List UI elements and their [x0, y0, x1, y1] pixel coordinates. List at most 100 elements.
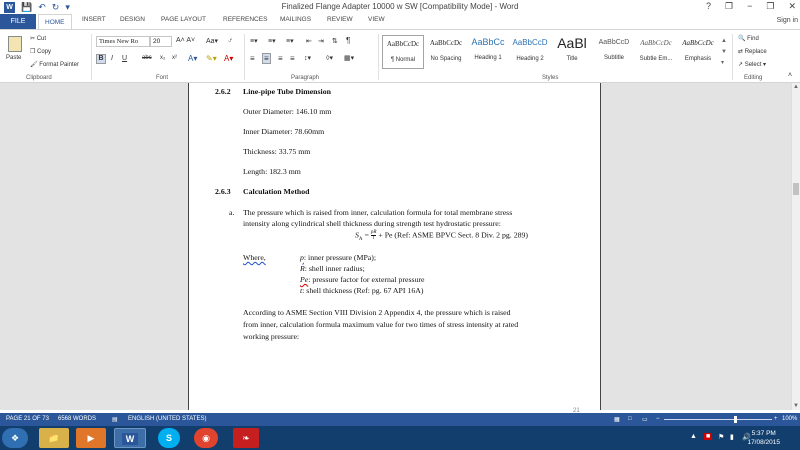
line-spacing-icon[interactable]: ↕▾ [304, 54, 311, 62]
document-page[interactable]: 2.6.2 Line-pipe Tube Dimension Outer Dia… [188, 83, 601, 410]
zoom-slider-track[interactable] [664, 419, 772, 420]
windows-taskbar: ❖ 📁 ▶ W S ◉ ❧ ▲ ■ ⚑ ▮ 🔊 5:37 PM 17/08/20… [0, 426, 800, 450]
increase-indent-icon[interactable]: ⇥ [318, 37, 324, 45]
strikethrough-button[interactable]: abc [142, 55, 152, 61]
align-center-icon[interactable]: ≡ [262, 53, 271, 64]
tab-review[interactable]: REVIEW [327, 16, 353, 23]
style-subtitle[interactable]: AaBbCcD Subtitle [593, 35, 635, 69]
tab-home[interactable]: HOME [38, 14, 72, 29]
flag-icon[interactable]: ⚑ [718, 433, 724, 441]
style-title[interactable]: AaBl Title [551, 35, 593, 69]
list-marker: a. [229, 208, 235, 217]
page-count[interactable]: PAGE 21 OF 73 [6, 416, 49, 422]
taskbar-clock[interactable]: 5:37 PM 17/08/2015 [747, 429, 780, 447]
italic-button[interactable]: I [111, 55, 113, 62]
font-size-select[interactable]: 20 [150, 36, 172, 47]
scroll-down-icon[interactable]: ▼ [793, 403, 799, 409]
style-heading-1[interactable]: AaBbCc Heading 1 [467, 35, 509, 69]
collapse-ribbon-icon[interactable]: ˄ [788, 72, 792, 79]
cut-button[interactable]: ✂ Cut [30, 35, 46, 42]
variable-definition: Pe: pressure factor for external pressur… [300, 275, 424, 284]
restore-icon[interactable]: ❐ [766, 1, 774, 12]
zoom-slider-thumb[interactable] [734, 416, 737, 423]
decrease-indent-icon[interactable]: ⇤ [306, 37, 312, 45]
superscript-button[interactable]: x² [172, 55, 177, 61]
read-mode-icon[interactable]: ▦ [614, 416, 620, 423]
multilevel-list-icon[interactable]: ≡▾ [286, 37, 294, 45]
style-normal[interactable]: AaBbCcDc ¶ Normal [382, 35, 424, 69]
align-right-icon[interactable]: ≡ [278, 54, 283, 63]
justify-icon[interactable]: ≡ [290, 54, 295, 63]
tab-design[interactable]: DESIGN [120, 16, 145, 23]
dropdown-icon: ▾ [761, 62, 767, 68]
tab-view[interactable]: VIEW [368, 16, 385, 23]
bullets-icon[interactable]: ≡▾ [250, 37, 258, 45]
tray-app-icon[interactable]: ■ [704, 433, 713, 440]
help-icon[interactable]: ? [706, 1, 711, 12]
zoom-out-icon[interactable]: − [656, 416, 660, 422]
select-button[interactable]: ↗ Select ▾ [738, 61, 766, 68]
zoom-in-icon[interactable]: + [774, 416, 778, 422]
font-color-icon[interactable]: A▾ [224, 54, 233, 63]
tab-page-layout[interactable]: PAGE LAYOUT [161, 16, 206, 23]
subscript-button[interactable]: x₂ [160, 55, 165, 61]
skype-icon[interactable]: S [158, 428, 180, 448]
scroll-up-icon[interactable]: ▲ [793, 84, 799, 90]
styles-scroll-icon[interactable]: ▲ ▼ ▾ [721, 36, 727, 69]
text-effects-icon[interactable]: A▾ [188, 54, 197, 63]
copy-icon: ❐ [30, 49, 38, 55]
align-left-icon[interactable]: ≡ [250, 54, 255, 63]
web-layout-icon[interactable]: ▭ [642, 416, 648, 423]
tab-insert[interactable]: INSERT [82, 16, 106, 23]
network-icon[interactable]: ▮ [730, 433, 734, 441]
vertical-scrollbar[interactable]: ▲ ▼ [791, 83, 800, 410]
print-layout-icon[interactable]: □ [628, 416, 632, 422]
file-explorer-icon[interactable]: 📁 [39, 428, 69, 448]
style-subtle-emphasis[interactable]: AaBbCcDc Subtle Em... [635, 35, 677, 69]
borders-icon[interactable]: ▦▾ [344, 54, 354, 62]
copy-button[interactable]: ❐ Copy [30, 48, 51, 55]
paste-icon[interactable] [8, 36, 22, 52]
highlight-icon[interactable]: ✎▾ [206, 54, 217, 63]
find-button[interactable]: 🔍 Find [738, 35, 759, 42]
language-indicator[interactable]: ENGLISH (UNITED STATES) [128, 416, 206, 422]
format-painter-button[interactable]: 🖌 Format Painter [30, 61, 79, 68]
replace-button[interactable]: ⇄ Replace [738, 48, 767, 55]
tab-file[interactable]: FILE [0, 14, 36, 29]
underline-button[interactable]: U [122, 55, 127, 62]
tray-expand-icon[interactable]: ▲ [690, 433, 697, 440]
paste-button[interactable]: Paste [6, 55, 21, 61]
find-label: Find [747, 36, 759, 42]
font-family-select[interactable]: Times New Ro [96, 36, 150, 47]
shading-icon[interactable]: ◊▾ [326, 54, 333, 62]
grow-font-icon[interactable]: A˄ A˅ [176, 37, 195, 44]
sort-icon[interactable]: ⇅ [332, 37, 338, 45]
style-heading-2[interactable]: AaBbCcD Heading 2 [509, 35, 551, 69]
media-player-icon[interactable]: ▶ [76, 428, 106, 448]
scroll-thumb[interactable] [793, 183, 799, 195]
proofing-icon[interactable]: ▤ [112, 416, 118, 423]
thickness-text: Thickness: 33.75 mm [243, 147, 311, 156]
brush-icon: 🖌 [30, 62, 40, 68]
bold-button[interactable]: B [96, 54, 106, 64]
word-taskbar-icon[interactable]: W [114, 428, 146, 448]
acrobat-icon[interactable]: ❧ [233, 428, 259, 448]
style-emphasis[interactable]: AaBbCcDc Emphasis [677, 35, 719, 69]
clipboard-group-label: Clipboard [26, 75, 52, 81]
ribbon-display-icon[interactable]: ❐ [725, 1, 733, 12]
section-heading: Calculation Method [243, 187, 310, 196]
pilcrow-icon[interactable]: ¶ [346, 36, 350, 45]
word-count[interactable]: 6568 WORDS [58, 416, 96, 422]
chrome-icon[interactable]: ◉ [194, 428, 218, 448]
minimize-icon[interactable]: − [747, 1, 752, 12]
close-icon[interactable]: ✕ [788, 1, 796, 12]
sign-in-link[interactable]: Sign in [777, 17, 798, 24]
clear-format-icon[interactable]: ⍻ [228, 37, 232, 45]
change-case-icon[interactable]: Aa▾ [206, 37, 218, 45]
numbering-icon[interactable]: ≡▾ [268, 37, 276, 45]
start-button[interactable]: ❖ [2, 428, 28, 448]
style-no-spacing[interactable]: AaBbCcDc No Spacing [425, 35, 467, 69]
tab-mailings[interactable]: MAILINGS [280, 16, 311, 23]
zoom-level[interactable]: 100% [782, 416, 797, 422]
tab-references[interactable]: REFERENCES [223, 16, 267, 23]
